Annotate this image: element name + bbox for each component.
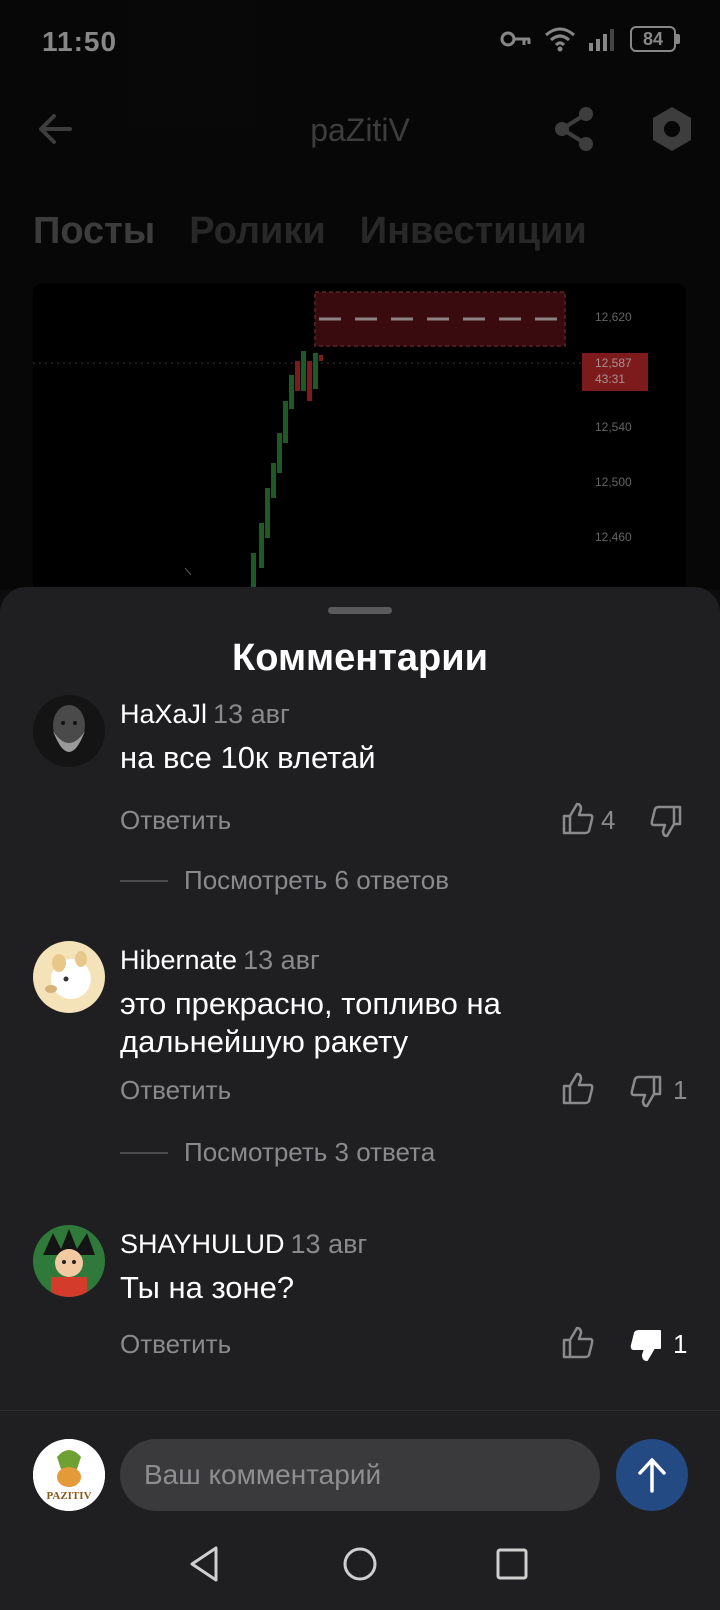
like-count: 4 [601, 805, 616, 835]
like-button[interactable] [560, 1325, 596, 1361]
dislike-button[interactable] [628, 1073, 664, 1109]
reply-button[interactable]: Ответить [120, 805, 231, 836]
thumbs-up-icon [562, 802, 594, 835]
comment-author[interactable]: SHAYHULUD [120, 1229, 285, 1259]
arrow-up-icon [638, 1458, 666, 1493]
thumbs-down-icon [650, 805, 682, 838]
dim-overlay[interactable] [0, 0, 720, 590]
nav-recents-button[interactable] [488, 1540, 536, 1588]
my-avatar[interactable]: PAZITIV [33, 1439, 105, 1511]
comment-input[interactable] [120, 1439, 600, 1511]
nav-home-button[interactable] [336, 1540, 384, 1588]
view-replies-button[interactable]: Посмотреть 6 ответов [120, 865, 449, 896]
comment-text: Ты на зоне? [120, 1270, 295, 1305]
comment-author[interactable]: HaXaJl [120, 699, 207, 729]
avatar[interactable] [33, 695, 105, 767]
drag-handle[interactable] [328, 607, 392, 614]
svg-text:PAZITIV: PAZITIV [46, 1490, 91, 1502]
thumbs-down-icon [630, 1075, 662, 1108]
comment-text: на все 10к влетай [120, 740, 376, 775]
like-button[interactable] [560, 1071, 596, 1107]
comment-date: 13 авг [213, 699, 290, 729]
dislike-button-active[interactable] [628, 1327, 664, 1363]
replies-divider [120, 879, 168, 882]
dislike-count: 1 [673, 1329, 688, 1359]
comment-author[interactable]: Hibernate [120, 945, 237, 975]
like-button[interactable] [560, 801, 596, 837]
thumbs-down-filled-icon [630, 1330, 661, 1361]
comment-header: Hibernate 13 авг [120, 945, 320, 976]
view-replies-button[interactable]: Посмотреть 3 ответа [120, 1137, 435, 1168]
anime-character-avatar-icon [33, 1225, 105, 1297]
replies-divider [120, 1151, 168, 1154]
system-nav-bar [0, 1520, 720, 1610]
view-replies-label: Посмотреть 3 ответа [184, 1137, 436, 1167]
comment-header: HaXaJl 13 авг [120, 699, 290, 730]
view-replies-label: Посмотреть 6 ответов [184, 865, 450, 895]
thumbs-up-icon [562, 1326, 594, 1359]
home-circle-icon [343, 1547, 377, 1581]
send-button[interactable] [616, 1439, 688, 1511]
comment-header: SHAYHULUD 13 авг [120, 1229, 367, 1260]
avatar[interactable] [33, 941, 105, 1013]
avatar[interactable] [33, 1225, 105, 1297]
cartoon-animal-avatar-icon [33, 941, 105, 1013]
recents-square-icon [496, 1548, 528, 1580]
dislike-button[interactable] [648, 803, 684, 839]
bearded-man-avatar-icon [33, 695, 105, 767]
comment-date: 13 авг [290, 1229, 368, 1259]
comment-date: 13 авг [243, 945, 320, 975]
nav-back-button[interactable] [182, 1540, 230, 1588]
comment-input-bar: PAZITIV [0, 1410, 720, 1511]
reply-button[interactable]: Ответить [120, 1329, 231, 1360]
thumbs-up-icon [562, 1072, 594, 1105]
back-triangle-icon [190, 1546, 218, 1582]
reply-button[interactable]: Ответить [120, 1075, 231, 1106]
pazitiv-logo-icon: PAZITIV [33, 1439, 105, 1511]
comment-text: это прекрасно, топливо на дальнейшую рак… [120, 986, 501, 1059]
sheet-title: Комментарии [232, 637, 488, 679]
dislike-count: 1 [673, 1075, 688, 1105]
